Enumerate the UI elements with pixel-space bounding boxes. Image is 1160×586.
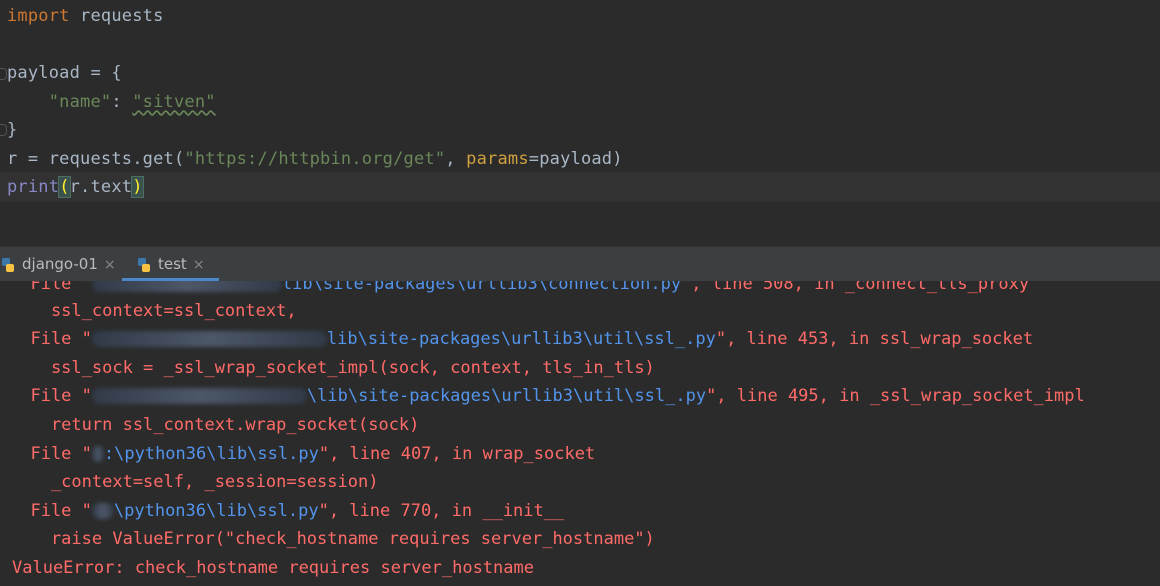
traceback-code: raise ValueError("check_hostname require… (10, 525, 655, 553)
code-line-1[interactable]: import requests (7, 2, 164, 30)
code-line-4[interactable]: "name": "sitven" (7, 88, 216, 116)
traceback-line: File " :\python36\lib\ssl.py", line 407, … (10, 440, 595, 468)
tab-label: test (158, 255, 187, 273)
current-line-highlight (0, 172, 1160, 202)
dict-close: } (7, 120, 18, 140)
run-tab-bar: django-01 × test × (0, 246, 1160, 282)
redacted-path (91, 388, 307, 404)
print-arg: r.text (69, 177, 133, 197)
traceback-location: ", line 495, in _ssl_wrap_socket_impl (706, 386, 1085, 406)
code-text: _context=self, _session=session) (10, 472, 379, 492)
close-icon[interactable]: × (193, 257, 205, 273)
code-editor[interactable]: import requests payload = { "name": "sit… (0, 0, 1160, 246)
file-link[interactable]: lib\site-packages\urllib3\connection.py (282, 281, 681, 294)
traceback-code: ssl_context=ssl_context, (10, 297, 297, 325)
file-link[interactable]: \lib\site-packages\urllib3\util\ssl_.py (307, 386, 706, 406)
traceback-prefix: File " (10, 386, 92, 406)
code-text: raise ValueError("check_hostname require… (10, 529, 655, 549)
url-string: "https://httpbin.org/get" (184, 149, 446, 169)
traceback-line: File " \lib\site-packages\urllib3\util\ss… (10, 382, 1085, 410)
code-text: return ssl_context.wrap_socket(sock) (10, 415, 420, 435)
traceback-line: File " lib\site-packages\urllib3\util\ssl… (10, 325, 1033, 353)
dict-key: "name" (48, 92, 112, 112)
redacted-path (91, 503, 114, 519)
traceback-code: return ssl_context.wrap_socket(sock) (10, 411, 419, 439)
get-call: r = requests.get( (7, 149, 185, 169)
file-link[interactable]: :\python36\lib\ssl.py (104, 444, 319, 464)
file-link[interactable]: lib\site-packages\urllib3\util\ssl_.py (327, 329, 716, 349)
fold-end-icon[interactable] (0, 124, 7, 136)
tab-label: django-01 (22, 255, 98, 273)
traceback-line: File " \python36\lib\ssl.py", line 770, i… (10, 497, 564, 525)
traceback-prefix: File " (10, 329, 92, 349)
open-paren: ( (58, 176, 71, 198)
run-console-output[interactable]: File " lib\site-packages\urllib3\connecti… (0, 281, 1160, 586)
redacted-path (91, 446, 104, 462)
print-builtin: print (7, 177, 60, 197)
python-icon (138, 257, 150, 272)
error-text: ValueError: check_hostname requires serv… (12, 558, 534, 578)
traceback-location: ", line 770, in __init__ (318, 501, 565, 521)
params-keyword-arg: params (466, 149, 529, 169)
traceback-prefix: File " (10, 281, 92, 294)
tab-django-01[interactable]: django-01 × (0, 247, 116, 281)
redacted-path (91, 331, 327, 347)
traceback-line: File " lib\site-packages\urllib3\connecti… (10, 281, 1029, 298)
error-message: ValueError: check_hostname requires serv… (12, 554, 534, 582)
code-line-3[interactable]: payload = { (7, 59, 122, 87)
traceback-location: ", line 407, in wrap_socket (318, 444, 596, 464)
dict-value: "sitven" (132, 92, 216, 112)
traceback-prefix: File " (10, 444, 92, 464)
code-text: ssl_sock = _ssl_wrap_socket_impl(sock, c… (10, 358, 655, 378)
traceback-location: ", line 453, in ssl_wrap_socket (715, 329, 1034, 349)
dict-colon: : (111, 92, 133, 112)
code-line-6[interactable]: r = requests.get("https://httpbin.org/ge… (7, 145, 623, 173)
import-keyword: import (7, 6, 70, 26)
fold-marker-icon[interactable] (0, 68, 7, 80)
close-paren: ) (131, 176, 144, 198)
close-icon[interactable]: × (104, 257, 116, 273)
code-line-7[interactable]: print(r.text) (7, 173, 144, 201)
arg-comma: , (445, 149, 467, 169)
traceback-code: _context=self, _session=session) (10, 468, 379, 496)
traceback-code: ssl_sock = _ssl_wrap_socket_impl(sock, c… (10, 354, 655, 382)
traceback-prefix: File " (10, 501, 92, 521)
file-link[interactable]: \python36\lib\ssl.py (114, 501, 319, 521)
payload-assignment: payload = { (7, 63, 122, 83)
params-value: =payload) (528, 149, 623, 169)
traceback-location: ", line 508, in _connect_tls_proxy (681, 281, 1030, 294)
redacted-path (91, 281, 282, 292)
code-line-5[interactable]: } (7, 116, 17, 144)
import-module: requests (69, 6, 164, 26)
python-icon (2, 257, 14, 272)
tab-test[interactable]: test × (122, 247, 219, 281)
code-text: ssl_context=ssl_context, (10, 301, 297, 321)
